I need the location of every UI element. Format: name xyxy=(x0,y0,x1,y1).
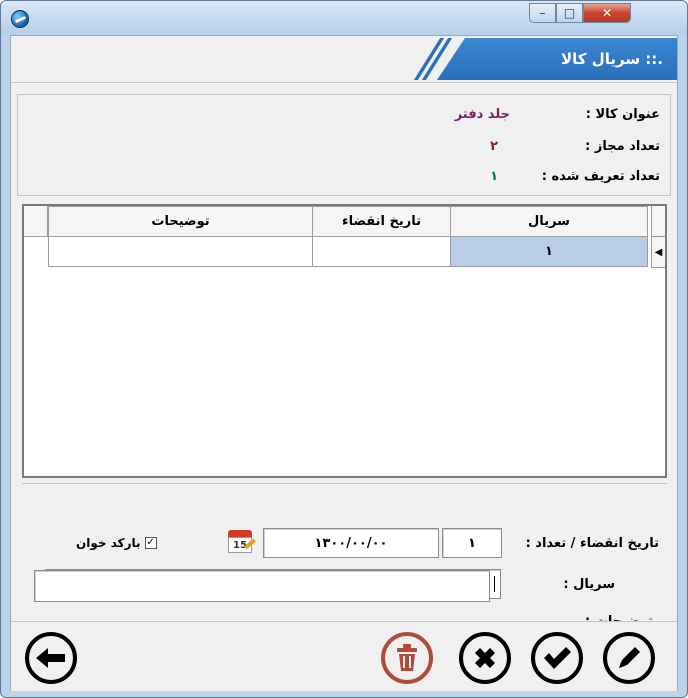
text-caret xyxy=(494,576,495,592)
product-row: عنوان کالا : جلد دفتر xyxy=(60,107,660,127)
cancel-button[interactable] xyxy=(459,632,511,684)
serial-table: سریال تاریخ انقضاء توضیحات ۱ xyxy=(48,206,648,267)
current-row-indicator-icon: ◀ xyxy=(651,237,665,268)
close-button[interactable]: ✕ xyxy=(583,3,631,23)
count-input[interactable]: ۱ xyxy=(442,528,502,558)
page-title: .:: سریال کالا xyxy=(560,50,663,68)
column-header-serial[interactable]: سریال xyxy=(450,206,648,237)
barcode-checkbox[interactable]: ✓ xyxy=(144,537,157,549)
calendar-icon[interactable]: 15 xyxy=(226,528,256,556)
serial-grid[interactable]: سریال تاریخ انقضاء توضیحات ۱ ◀ xyxy=(22,204,667,478)
defined-count-value: ۱ xyxy=(490,169,498,184)
grid-corner-header xyxy=(651,206,665,237)
footer-toolbar xyxy=(11,621,677,691)
notes-input[interactable] xyxy=(34,570,490,602)
defined-count-label: تعداد تعریف شده : xyxy=(541,169,660,184)
edit-icon xyxy=(619,647,640,668)
delete-icon xyxy=(397,644,417,671)
allowed-count-label: تعداد مجاز : xyxy=(585,139,660,154)
grid-left-header-cell xyxy=(24,206,48,237)
application-window: – □ ✕ .:: سریال کالا عنوان کالا : جلد دف… xyxy=(0,0,688,698)
product-info-box: عنوان کالا : جلد دفتر تعداد مجاز : ۲ تعد… xyxy=(17,94,671,196)
cell-expiry[interactable] xyxy=(312,236,451,267)
dialog-client-area: .:: سریال کالا عنوان کالا : جلد دفتر تعد… xyxy=(10,35,678,691)
cancel-icon xyxy=(475,648,495,668)
back-button[interactable] xyxy=(25,632,77,684)
back-arrow-icon xyxy=(36,648,65,668)
barcode-label: بارکد خوان xyxy=(76,536,141,550)
confirm-icon xyxy=(544,647,571,669)
app-icon xyxy=(11,10,29,28)
expiry-count-label: تاریخ انقضاء / تعداد : xyxy=(525,536,659,551)
allowed-count-value: ۲ xyxy=(490,139,498,154)
delete-button[interactable] xyxy=(381,632,433,684)
cell-notes[interactable] xyxy=(48,236,313,267)
title-bar[interactable]: – □ ✕ xyxy=(1,1,687,35)
product-label: عنوان کالا : xyxy=(585,107,660,122)
column-header-expiry[interactable]: تاریخ انقضاء xyxy=(312,206,451,237)
allowed-count-row: تعداد مجاز : ۲ xyxy=(60,139,660,159)
header-strip: .:: سریال کالا xyxy=(11,36,677,83)
defined-count-row: تعداد تعریف شده : ۱ xyxy=(60,169,660,189)
expiry-date-input[interactable]: ۱۳۰۰/۰۰/۰۰ xyxy=(263,528,439,558)
edit-button[interactable] xyxy=(603,632,655,684)
cell-serial[interactable]: ۱ xyxy=(450,236,648,267)
product-value: جلد دفتر xyxy=(454,107,510,122)
barcode-reader-option[interactable]: ✓ بارکد خوان xyxy=(76,536,157,550)
maximize-button[interactable]: □ xyxy=(556,3,583,23)
confirm-button[interactable] xyxy=(531,632,583,684)
minimize-button[interactable]: – xyxy=(529,3,556,23)
column-header-notes[interactable]: توضیحات xyxy=(48,206,313,237)
table-row[interactable]: ۱ xyxy=(48,236,648,267)
serial-label: سریال : xyxy=(563,577,615,592)
